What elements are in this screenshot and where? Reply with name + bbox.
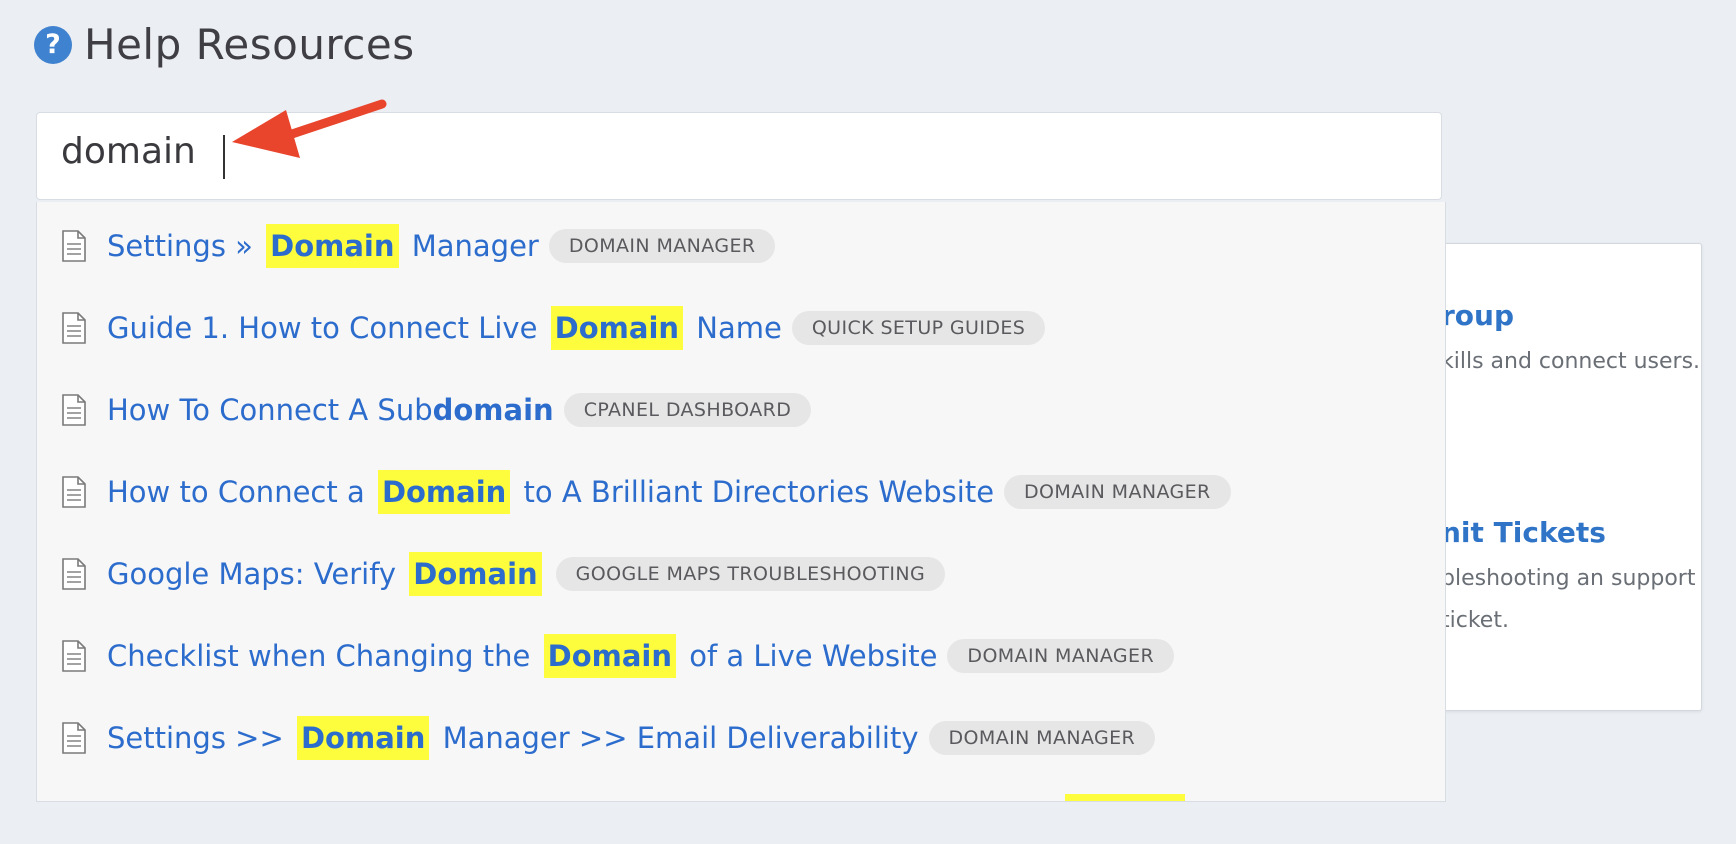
result-title-text: Settings » bbox=[107, 229, 263, 263]
category-badge: DOMAIN MANAGER bbox=[947, 639, 1175, 673]
search-result-item[interactable]: Guide 1. How to Connect Live Domain Name… bbox=[37, 298, 1445, 358]
search-result-title[interactable]: Guide 1. How to Connect Live Domain Name bbox=[107, 306, 782, 350]
result-title-text: Name bbox=[687, 311, 782, 345]
partial-result-highlight bbox=[1065, 794, 1185, 801]
result-title-text: Guide 1. How to Connect Live bbox=[107, 311, 547, 345]
search-result-title[interactable]: Settings » Domain Manager bbox=[107, 224, 539, 268]
search-result-item[interactable]: Settings » Domain Manager DOMAIN MANAGER bbox=[37, 216, 1445, 276]
result-title-text: Manager >> Email Deliverability bbox=[433, 721, 919, 755]
category-badge: CPANEL DASHBOARD bbox=[563, 393, 812, 427]
search-result-title[interactable]: Settings >> Domain Manager >> Email Deli… bbox=[107, 716, 919, 760]
document-icon bbox=[61, 722, 87, 754]
search-input-value[interactable]: domain bbox=[61, 131, 196, 172]
document-icon bbox=[61, 640, 87, 672]
result-title-text: Checklist when Changing the bbox=[107, 639, 540, 673]
page-title: Help Resources bbox=[84, 20, 415, 69]
search-result-item[interactable]: Settings >> Domain Manager >> Email Deli… bbox=[37, 708, 1445, 768]
document-icon bbox=[61, 558, 87, 590]
search-result-title[interactable]: How To Connect A Sub domain bbox=[107, 393, 554, 427]
category-badge: QUICK SETUP GUIDES bbox=[791, 311, 1046, 345]
submit-tickets-link[interactable]: nit Tickets bbox=[1441, 516, 1606, 549]
result-match-highlight: Domain bbox=[266, 224, 399, 268]
result-match-highlight: Domain bbox=[550, 306, 684, 350]
result-title-text: How to Connect a bbox=[107, 475, 374, 509]
search-results-dropdown: Settings » Domain Manager DOMAIN MANAGER G… bbox=[36, 202, 1446, 802]
search-result-item[interactable]: Checklist when Changing the Domain of a … bbox=[37, 626, 1445, 686]
search-result-title[interactable]: How to Connect a Domain to A Brilliant D… bbox=[107, 470, 994, 514]
category-badge: DOMAIN MANAGER bbox=[1004, 475, 1231, 509]
search-result-item[interactable]: How To Connect A Sub domain CPANEL DASHBOA… bbox=[37, 380, 1445, 440]
document-icon bbox=[61, 230, 87, 262]
document-icon bbox=[61, 394, 87, 426]
result-match-highlight: Domain bbox=[296, 716, 430, 760]
result-title-text: How To Connect A Sub bbox=[107, 393, 433, 427]
result-match-bold: domain bbox=[432, 393, 554, 427]
result-title-text: Manager bbox=[402, 229, 539, 263]
submit-tickets-description: bleshooting an support ticket. bbox=[1441, 566, 1696, 633]
result-title-text: to A Brilliant Directories Website bbox=[514, 475, 995, 509]
community-group-description: kills and connect users. bbox=[1441, 349, 1701, 374]
result-title-text: of a Live Website bbox=[680, 639, 938, 673]
category-badge: GOOGLE MAPS TROUBLESHOOTING bbox=[555, 557, 946, 591]
search-result-item[interactable]: How to Connect a Domain to A Brilliant D… bbox=[37, 462, 1445, 522]
question-circle-icon: ? bbox=[34, 25, 72, 64]
result-match-highlight: Domain bbox=[543, 634, 676, 678]
page-header: ? Help Resources bbox=[34, 20, 415, 69]
category-badge: DOMAIN MANAGER bbox=[548, 229, 776, 263]
annotation-arrow-icon bbox=[232, 99, 387, 158]
result-title-text: Settings >> bbox=[107, 721, 293, 755]
result-match-highlight: Domain bbox=[377, 470, 511, 514]
community-group-link[interactable]: roup bbox=[1441, 299, 1514, 332]
document-icon bbox=[61, 476, 87, 508]
search-result-title[interactable]: Google Maps: Verify Domain bbox=[107, 552, 546, 596]
search-result-title[interactable]: Checklist when Changing the Domain of a … bbox=[107, 634, 937, 678]
search-result-item[interactable]: Google Maps: Verify Domain GOOGLE MAPS TR… bbox=[37, 544, 1445, 604]
category-badge: DOMAIN MANAGER bbox=[928, 721, 1156, 755]
result-match-highlight: Domain bbox=[409, 552, 542, 596]
result-title-text: Google Maps: Verify bbox=[107, 557, 406, 591]
document-icon bbox=[61, 312, 87, 344]
